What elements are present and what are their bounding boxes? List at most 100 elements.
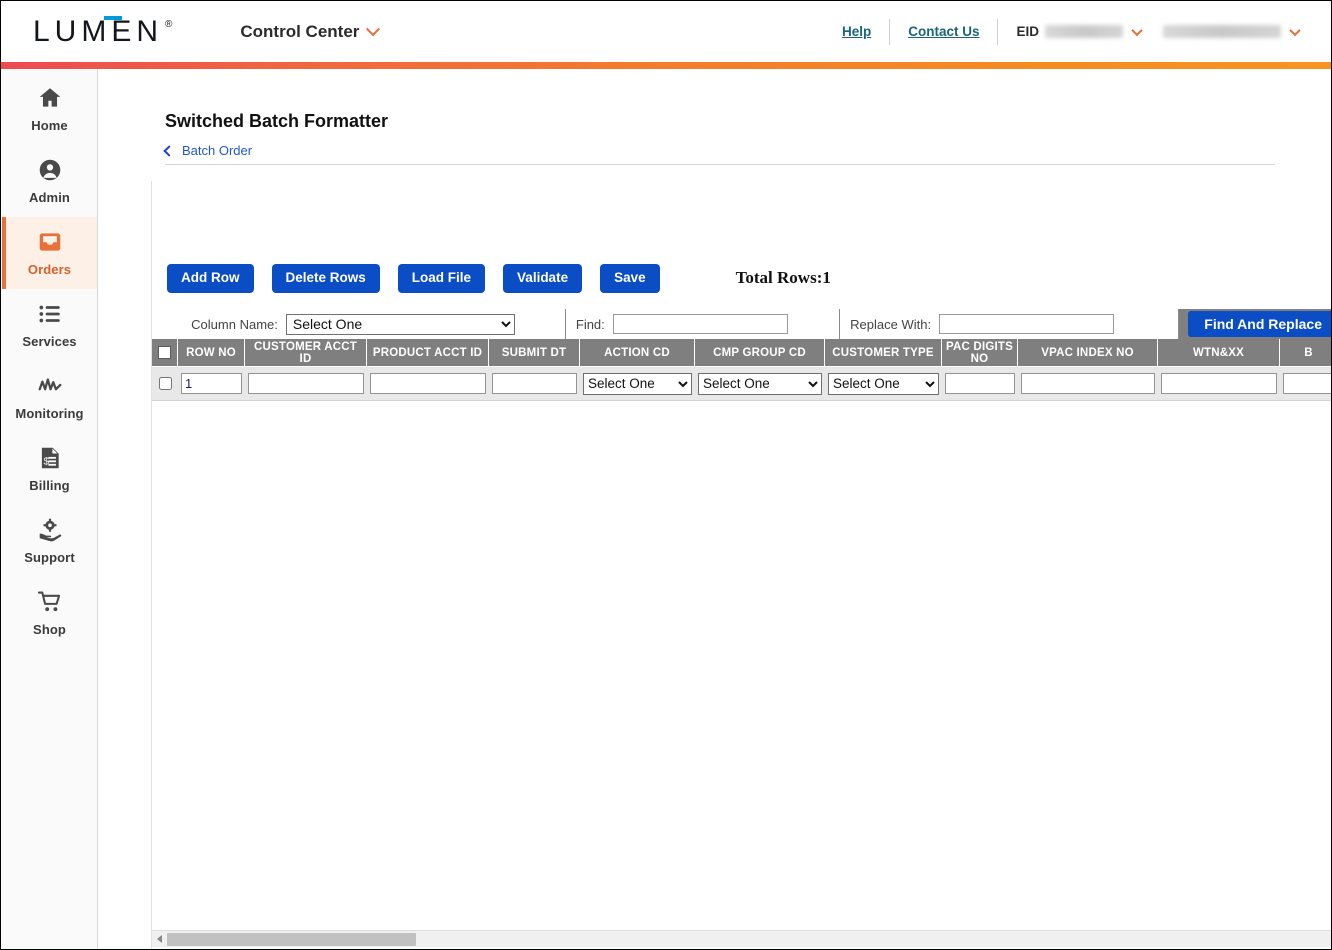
app-title-dropdown[interactable]: Control Center	[240, 21, 381, 42]
chevron-down-icon	[366, 21, 381, 36]
column-name-select[interactable]: Select One	[285, 313, 515, 335]
sidebar-item-billing[interactable]: $ Billing	[2, 433, 97, 505]
grid-header-vpac_index: VPAC INDEX NO	[1018, 339, 1158, 366]
logo-text: LUMEN	[33, 14, 164, 48]
grid-header-check	[152, 339, 178, 366]
cell-input-b_col[interactable]	[1283, 373, 1331, 394]
cell-input-wtn_xx[interactable]	[1161, 373, 1277, 394]
scroll-left-arrow-icon[interactable]	[152, 931, 167, 948]
sidebar-label-services: Services	[22, 334, 77, 349]
cart-icon	[37, 591, 60, 612]
grid-header-cmp_group: CMP GROUP CD	[695, 339, 825, 366]
grid-header-wtn_xx: WTN&XX	[1158, 339, 1280, 366]
find-cell: Find:	[565, 309, 841, 339]
grid-cell-submit_dt	[489, 373, 580, 394]
logo-registered-mark: ®	[165, 18, 173, 30]
grid-cell-prod_acct	[367, 373, 489, 394]
select-all-checkbox[interactable]	[158, 346, 171, 359]
sidebar-item-monitoring[interactable]: Monitoring	[2, 361, 97, 433]
sidebar-label-shop: Shop	[33, 622, 66, 637]
total-rows-count: Total Rows:1	[735, 268, 831, 288]
eid-value-redacted	[1045, 25, 1123, 38]
replace-with-label: Replace With:	[850, 316, 932, 332]
grid-row: Select One Select One Select One	[152, 367, 1331, 400]
list-icon	[38, 305, 60, 323]
pulse-icon	[38, 378, 61, 391]
sidebar-nav: Home Admin Orders Services Monitoring $ …	[2, 69, 98, 949]
cell-input-prod_acct[interactable]	[370, 373, 486, 394]
eid-label: EID	[1016, 24, 1039, 39]
grid-cell-pac_digits	[942, 373, 1018, 394]
grid-header-cust_acct: CUSTOMER ACCT ID	[245, 339, 367, 366]
page-title: Switched Batch Formatter	[165, 111, 389, 131]
grid-header-cust_type: CUSTOMER TYPE	[825, 339, 942, 366]
breadcrumb-back-link[interactable]: Batch Order	[163, 143, 252, 158]
lumen-logo[interactable]: LUMEN ®	[33, 14, 173, 48]
sidebar-item-shop[interactable]: Shop	[2, 577, 97, 649]
grid-header-action_cd: ACTION CD	[580, 339, 695, 366]
grid-header-row_no: ROW NO	[178, 339, 245, 366]
replace-cell: Replace With:	[840, 309, 1180, 339]
load-file-button[interactable]: Load File	[397, 264, 486, 293]
cell-input-vpac_index[interactable]	[1021, 373, 1155, 394]
svg-text:$: $	[43, 457, 49, 468]
delete-rows-button[interactable]: Delete Rows	[271, 264, 380, 293]
cell-input-row_no[interactable]	[181, 373, 242, 394]
grid-cell-vpac_index	[1018, 373, 1158, 394]
sidebar-label-support: Support	[24, 550, 75, 565]
horizontal-scrollbar[interactable]	[152, 930, 1331, 948]
cell-input-submit_dt[interactable]	[492, 373, 577, 394]
validate-button[interactable]: Validate	[503, 264, 583, 293]
home-icon	[39, 88, 60, 107]
grid-header-submit_dt: SUBMIT DT	[489, 339, 580, 366]
column-name-cell: Column Name: Select One	[152, 309, 566, 339]
sidebar-label-billing: Billing	[29, 478, 70, 493]
user-circle-icon	[39, 159, 60, 181]
grid-header-b_col: B	[1280, 339, 1331, 366]
sidebar-label-monitoring: Monitoring	[15, 406, 84, 421]
contact-us-link[interactable]: Contact Us	[890, 24, 997, 39]
cell-input-cust_acct[interactable]	[248, 373, 364, 394]
replace-with-input[interactable]	[939, 314, 1115, 334]
gear-hand-icon	[39, 518, 61, 542]
batch-grid-panel: Add Row Delete Rows Load File Validate S…	[151, 181, 1331, 949]
row-select-checkbox[interactable]	[158, 377, 172, 390]
sidebar-item-home[interactable]: Home	[2, 73, 97, 145]
sidebar-label-orders: Orders	[27, 262, 72, 277]
app-window: LUMEN ® Control Center Help Contact Us E…	[0, 0, 1332, 950]
save-button[interactable]: Save	[600, 264, 660, 293]
cell-select-cmp_group[interactable]: Select One	[698, 372, 822, 395]
cell-select-cust_type[interactable]: Select One	[828, 372, 939, 395]
title-divider	[165, 164, 1275, 165]
grid-cell-row_no	[178, 373, 245, 394]
column-name-label: Column Name:	[191, 316, 278, 332]
grid-body: Select One Select One Select One	[152, 367, 1331, 400]
brand-gradient-bar	[1, 62, 1331, 69]
cell-input-pac_digits[interactable]	[945, 373, 1015, 394]
logo-accent-bar	[104, 15, 122, 20]
grid-header-pac_digits: PAC DIGITS NO	[942, 339, 1018, 366]
grid-header-prod_acct: PRODUCT ACCT ID	[367, 339, 489, 366]
grid-cell-cmp_group: Select One	[695, 372, 825, 395]
find-replace-toolbar: Column Name: Select One Find: Replace Wi…	[152, 309, 1331, 339]
sidebar-item-support[interactable]: Support	[2, 505, 97, 577]
grid-cell-cust_type: Select One	[825, 372, 942, 395]
sidebar-label-home: Home	[31, 118, 68, 133]
sidebar-item-services[interactable]: Services	[2, 289, 97, 361]
account-dropdown[interactable]	[1153, 24, 1309, 38]
sidebar-item-orders[interactable]: Orders	[2, 217, 97, 289]
find-input[interactable]	[612, 314, 788, 334]
eid-dropdown[interactable]: EID	[998, 24, 1153, 39]
grid-cell-action_cd: Select One	[580, 372, 695, 395]
invoice-icon: $	[41, 447, 59, 469]
scrollbar-thumb[interactable]	[167, 932, 416, 946]
chevron-left-icon	[163, 144, 175, 157]
help-link[interactable]: Help	[824, 24, 889, 39]
cell-select-action_cd[interactable]: Select One	[583, 372, 692, 395]
add-row-button[interactable]: Add Row	[167, 264, 254, 293]
grid-bottom-divider	[152, 400, 1331, 401]
sidebar-item-admin[interactable]: Admin	[2, 145, 97, 217]
main-content: Switched Batch Formatter Batch Order Add…	[98, 69, 1331, 949]
chevron-down-icon	[1131, 24, 1143, 36]
find-and-replace-button[interactable]: Find And Replace	[1188, 311, 1331, 337]
